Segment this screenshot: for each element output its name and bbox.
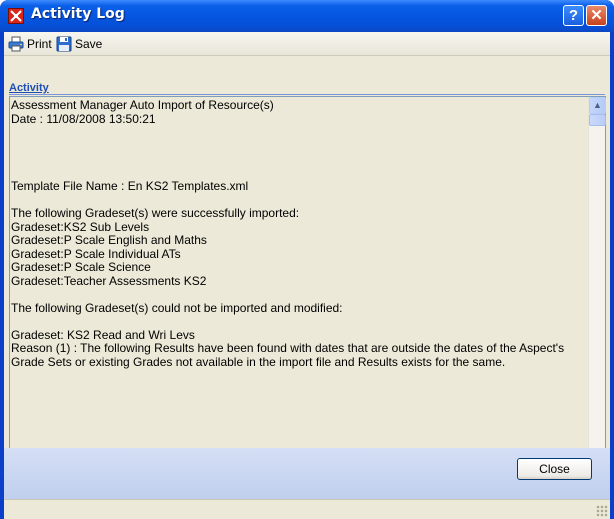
log-line: The following Gradeset(s) were successfu…: [11, 206, 300, 220]
toolbar: Print Save: [4, 32, 610, 56]
vertical-scrollbar[interactable]: ▲ ▼: [588, 97, 606, 471]
activity-log-window: Activity Log ? ✕ Print Save Activity Ass…: [0, 0, 614, 519]
log-line: Gradeset:KS2 Sub Levels: [11, 219, 150, 234]
print-label: Print: [27, 37, 52, 51]
resize-grip-icon[interactable]: [596, 505, 608, 517]
log-line: Gradeset:P Scale English and Maths: [11, 233, 207, 247]
log-line: Gradeset:P Scale Science: [11, 260, 151, 274]
log-line: Gradeset:Teacher Assessments KS2: [11, 273, 207, 288]
printer-icon: [8, 36, 24, 52]
app-icon: [8, 8, 24, 24]
close-button[interactable]: Close: [517, 458, 592, 480]
log-line: Assessment Manager Auto Import of Resour…: [11, 98, 274, 112]
log-line: Date : 11/08/2008 13:50:21: [11, 111, 156, 126]
floppy-disk-icon: [56, 36, 72, 52]
scroll-up-icon[interactable]: ▲: [589, 97, 606, 114]
help-icon[interactable]: ?: [563, 5, 584, 26]
window-title: Activity Log: [31, 6, 125, 22]
scrollbar-thumb[interactable]: [589, 114, 606, 126]
close-button-label: Close: [539, 462, 570, 476]
print-button[interactable]: Print: [8, 36, 52, 52]
activity-log-textbox[interactable]: Assessment Manager Auto Import of Resour…: [9, 96, 606, 472]
log-line: Gradeset:P Scale Individual ATs: [11, 246, 181, 261]
activity-section-label: Activity: [9, 82, 49, 94]
window-client-area: Print Save Activity Assessment Manager A…: [4, 32, 610, 519]
close-icon[interactable]: ✕: [586, 5, 607, 26]
log-line: The following Gradeset(s) could not be i…: [11, 300, 343, 315]
save-label: Save: [75, 37, 103, 51]
log-line: Template File Name : En KS2 Templates.xm…: [11, 179, 249, 193]
save-button[interactable]: Save: [56, 36, 102, 52]
section-divider: [9, 94, 605, 95]
status-strip: [4, 499, 610, 519]
title-bar[interactable]: Activity Log ? ✕: [0, 0, 614, 32]
log-line: Gradeset: KS2 Read and Wri Levs: [11, 327, 195, 342]
log-text: Assessment Manager Auto Import of Resour…: [11, 98, 588, 369]
log-line: Reason (1) : The following Results have …: [11, 341, 568, 369]
